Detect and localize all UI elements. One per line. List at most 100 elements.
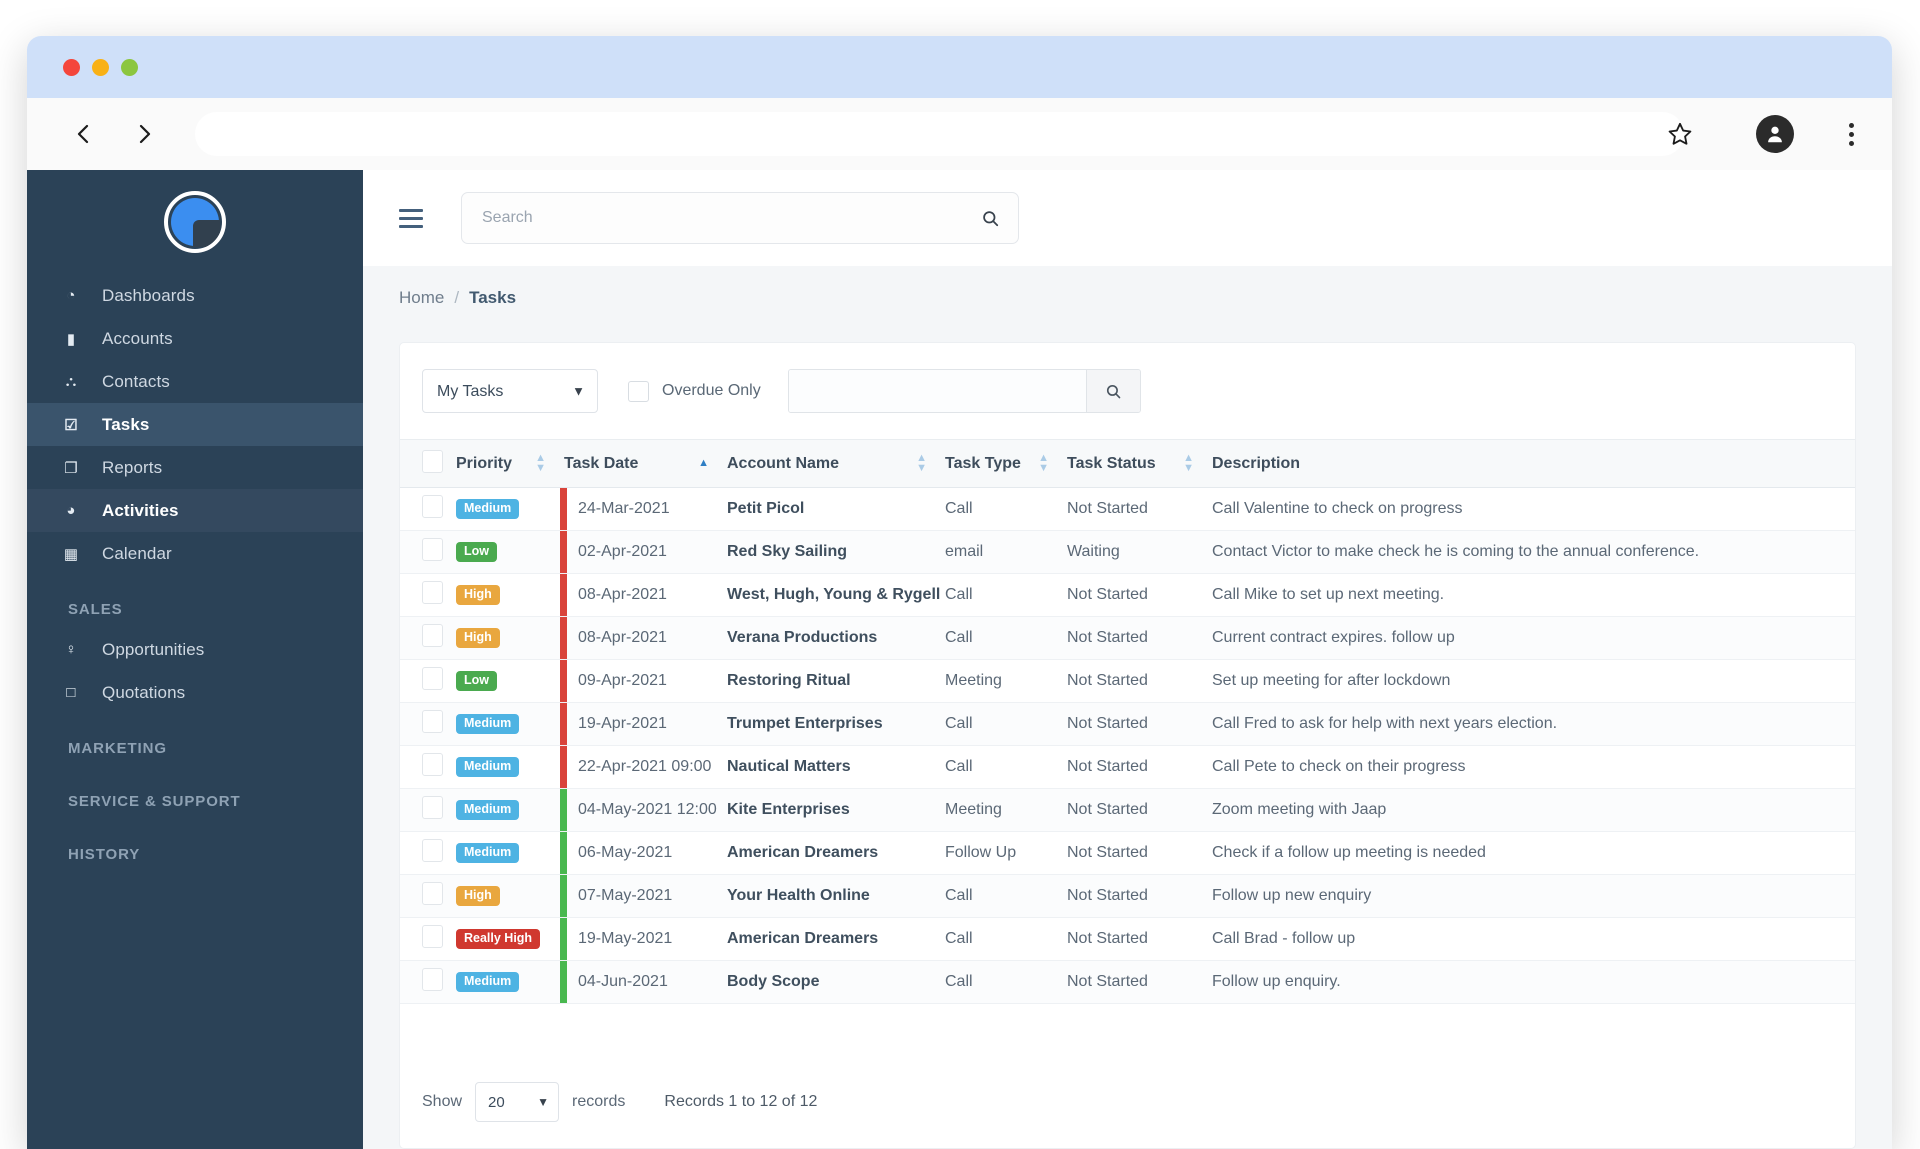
forward-button[interactable]	[127, 117, 161, 151]
page-size-dropdown[interactable]: 20	[476, 1083, 559, 1121]
table-row[interactable]: High 07-May-2021 Your Health Online Call Not…	[400, 874, 1855, 918]
account-name-cell[interactable]: Restoring Ritual	[723, 659, 941, 703]
sidebar-item-contacts[interactable]: ⛬ Contacts	[27, 360, 363, 403]
app-logo[interactable]	[27, 170, 363, 274]
sidebar-item-dashboards[interactable]: ◔ Dashboards	[27, 274, 363, 317]
breadcrumb-home[interactable]: Home	[399, 288, 444, 308]
row-checkbox[interactable]	[422, 710, 443, 733]
row-select-cell[interactable]	[400, 616, 452, 660]
column-task-type[interactable]: Task Type ▲ ▼	[941, 439, 1063, 488]
table-row[interactable]: Really High 19-May-2021 American Dreamers C…	[400, 917, 1855, 961]
sidebar-group-service-support[interactable]: SERVICE & SUPPORT	[27, 767, 363, 820]
select-all-checkbox[interactable]	[422, 449, 443, 473]
table-row[interactable]: High 08-Apr-2021 Verana Productions Call Not…	[400, 616, 1855, 660]
column-description[interactable]: Description	[1208, 439, 1855, 488]
sidebar-item-accounts[interactable]: ▮ Accounts	[27, 317, 363, 360]
sidebar-item-quotations[interactable]: □ Quotations	[27, 671, 363, 714]
table-row[interactable]: Medium 04-May-2021 12:00 Kite Enterprises M…	[400, 788, 1855, 832]
row-checkbox[interactable]	[422, 624, 443, 647]
table-row[interactable]: High 08-Apr-2021 West, Hugh, Young & Rygel…	[400, 573, 1855, 617]
global-search[interactable]	[461, 192, 1019, 244]
table-row[interactable]: Low 09-Apr-2021 Restoring Ritual Meeting Not…	[400, 659, 1855, 703]
sidebar-item-opportunities[interactable]: ♀ Opportunities	[27, 628, 363, 671]
column-account-name[interactable]: Account Name ▲ ▼	[723, 439, 941, 488]
sidebar-item-activities[interactable]: ◕ Activities	[27, 489, 363, 532]
task-date-text: 08-Apr-2021	[578, 586, 667, 603]
overdue-checkbox[interactable]	[628, 380, 649, 402]
sidebar-item-reports[interactable]: ❐ Reports	[27, 446, 363, 489]
row-select-cell[interactable]	[400, 530, 452, 574]
row-checkbox[interactable]	[422, 495, 443, 518]
sidebar-group-history[interactable]: HISTORY	[27, 820, 363, 873]
account-name-cell[interactable]: West, Hugh, Young & Rygell	[723, 573, 941, 617]
browser-menu-icon[interactable]	[1834, 115, 1868, 153]
bookmark-star-icon[interactable]	[1658, 112, 1702, 156]
search-icon[interactable]	[981, 209, 1000, 228]
account-name-cell[interactable]: Red Sky Sailing	[723, 530, 941, 574]
row-select-cell[interactable]	[400, 702, 452, 746]
row-checkbox[interactable]	[422, 753, 443, 776]
quick-search[interactable]	[787, 369, 1141, 413]
view-filter-dropdown[interactable]: My Tasks	[423, 370, 597, 412]
row-select-cell[interactable]	[400, 745, 452, 789]
page-size-select[interactable]: 20 ▼	[475, 1082, 560, 1122]
quick-search-input[interactable]	[788, 370, 1086, 412]
address-bar[interactable]	[195, 112, 1684, 156]
column-task-status[interactable]: Task Status ▲ ▼	[1063, 439, 1208, 488]
sort-both-icon[interactable]: ▲ ▼	[1038, 452, 1049, 474]
row-checkbox[interactable]	[422, 839, 443, 862]
overdue-filter[interactable]: Overdue Only	[628, 380, 761, 402]
account-name-cell[interactable]: American Dreamers	[723, 917, 941, 961]
account-name-cell[interactable]: Kite Enterprises	[723, 788, 941, 832]
account-name-cell[interactable]: Trumpet Enterprises	[723, 702, 941, 746]
quick-search-button[interactable]	[1085, 370, 1140, 412]
row-checkbox[interactable]	[422, 581, 443, 604]
table-row[interactable]: Medium 24-Mar-2021 Petit Picol Call Not Star…	[400, 487, 1855, 531]
row-select-cell[interactable]	[400, 487, 452, 531]
row-checkbox[interactable]	[422, 882, 443, 905]
back-button[interactable]	[67, 117, 101, 151]
account-name-cell[interactable]: American Dreamers	[723, 831, 941, 875]
row-select-cell[interactable]	[400, 831, 452, 875]
row-checkbox[interactable]	[422, 667, 443, 690]
account-name-cell[interactable]: Verana Productions	[723, 616, 941, 660]
row-select-cell[interactable]	[400, 874, 452, 918]
row-select-cell[interactable]	[400, 659, 452, 703]
window-minimize-button[interactable]	[92, 58, 109, 76]
sidebar-group-marketing[interactable]: MARKETING	[27, 714, 363, 767]
row-select-cell[interactable]	[400, 917, 452, 961]
row-checkbox[interactable]	[422, 538, 443, 561]
table-row[interactable]: Medium 22-Apr-2021 09:00 Nautical Matters C…	[400, 745, 1855, 789]
row-checkbox[interactable]	[422, 968, 443, 991]
task-date-cell: 04-Jun-2021	[560, 960, 723, 1004]
sidebar-item-calendar[interactable]: ▦ Calendar	[27, 532, 363, 575]
account-name-cell[interactable]: Body Scope	[723, 960, 941, 1004]
account-name-cell[interactable]: Petit Picol	[723, 487, 941, 531]
sort-both-icon[interactable]: ▲ ▼	[535, 452, 546, 474]
table-row[interactable]: Low 02-Apr-2021 Red Sky Sailing email Waitin…	[400, 530, 1855, 574]
browser-profile-avatar[interactable]	[1756, 115, 1794, 153]
sort-asc-icon[interactable]: ▲	[698, 457, 709, 469]
column-priority[interactable]: Priority ▲ ▼	[452, 439, 560, 488]
hamburger-menu-icon[interactable]	[399, 208, 423, 228]
row-checkbox[interactable]	[422, 796, 443, 819]
row-checkbox[interactable]	[422, 925, 443, 948]
row-select-cell[interactable]	[400, 788, 452, 832]
account-name-cell[interactable]: Nautical Matters	[723, 745, 941, 789]
table-row[interactable]: Medium 19-Apr-2021 Trumpet Enterprises Call…	[400, 702, 1855, 746]
view-filter-select[interactable]: My Tasks ▼	[422, 369, 598, 413]
table-row[interactable]: Medium 04-Jun-2021 Body Scope Call Not Start…	[400, 960, 1855, 1004]
row-select-cell[interactable]	[400, 960, 452, 1004]
window-close-button[interactable]	[63, 58, 80, 76]
table-row[interactable]: Medium 06-May-2021 American Dreamers Follow…	[400, 831, 1855, 875]
window-maximize-button[interactable]	[121, 58, 138, 76]
account-name-cell[interactable]: Your Health Online	[723, 874, 941, 918]
due-flag-icon	[560, 660, 567, 702]
sort-both-icon[interactable]: ▲ ▼	[1183, 452, 1194, 474]
search-input[interactable]	[482, 209, 998, 227]
column-select-all[interactable]	[400, 439, 452, 488]
sort-both-icon[interactable]: ▲ ▼	[916, 452, 927, 474]
row-select-cell[interactable]	[400, 573, 452, 617]
sidebar-item-tasks[interactable]: ☑ Tasks	[27, 403, 363, 446]
column-task-date[interactable]: Task Date ▲	[560, 439, 723, 488]
